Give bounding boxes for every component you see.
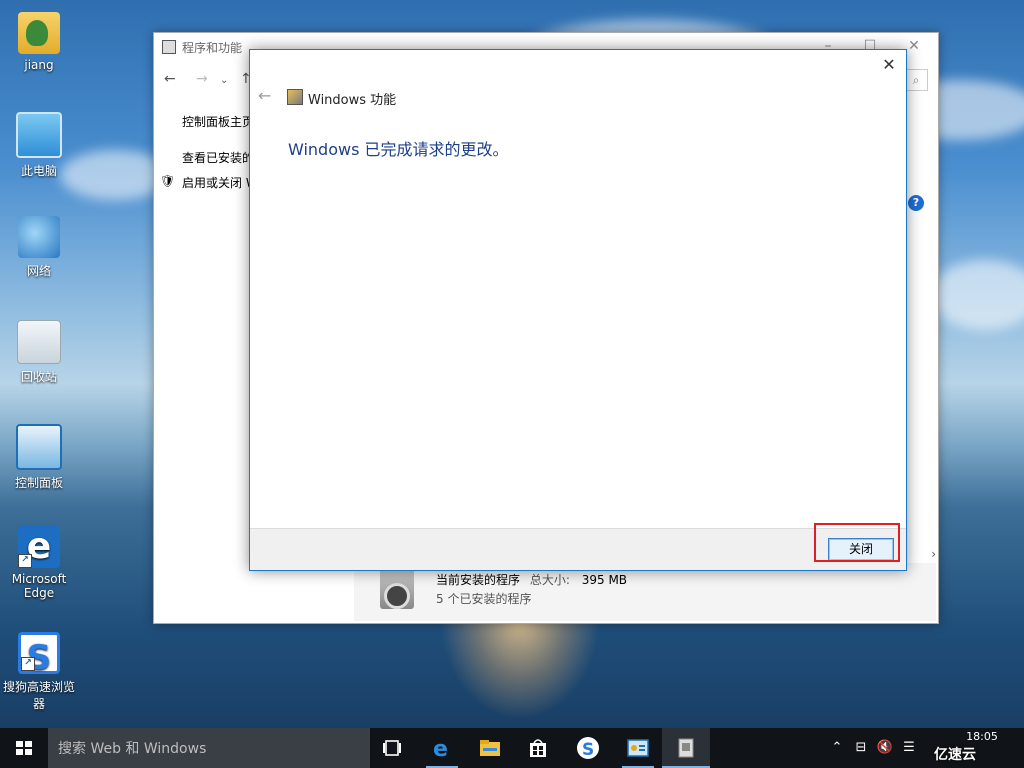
desktop-icon-label: 回收站 (20, 370, 57, 384)
svg-text:S: S (582, 740, 594, 760)
desktop-icon-label: Microsoft Edge (11, 572, 67, 600)
computer-icon (16, 112, 62, 158)
watermark-logo: 亿速云 (934, 747, 976, 763)
file-explorer-icon (480, 740, 500, 756)
window-app-icon (162, 40, 176, 54)
search-icon[interactable]: ⌕ (904, 69, 928, 91)
store-icon (530, 739, 546, 757)
volume-muted-icon[interactable]: 🔇 (876, 728, 894, 768)
edge-icon: e (433, 737, 448, 760)
annotation-highlight-box (814, 523, 900, 562)
taskbar: e S ⌃ ⊟ 🔇 ☰ 18:05 (0, 728, 1024, 768)
windows-features-icon (287, 89, 303, 105)
taskbar-explorer-button[interactable] (466, 728, 514, 768)
taskbar-windows-features-button[interactable] (662, 728, 710, 768)
taskbar-sogou-button[interactable]: S (564, 728, 612, 768)
shortcut-arrow-icon: ↗ (21, 657, 35, 671)
action-center-icon[interactable]: ☰ (900, 728, 918, 768)
control-panel-icon (627, 739, 649, 757)
start-button[interactable] (0, 728, 48, 768)
desktop-icon-label: jiang (24, 58, 54, 72)
window-close-button[interactable]: ✕ (904, 37, 924, 55)
desktop-icon-network[interactable]: 网络 (0, 216, 78, 279)
network-icon (18, 216, 60, 258)
taskbar-store-button[interactable] (514, 728, 562, 768)
taskbar-clock[interactable]: 18:05 (952, 730, 1012, 743)
desktop-icon-this-pc[interactable]: 此电脑 (0, 112, 78, 179)
installed-programs-heading: 当前安装的程序 (436, 573, 521, 587)
task-view-icon (383, 740, 401, 756)
desktop-icon-edge[interactable]: e ↗ Microsoft Edge (0, 526, 78, 600)
sogou-browser-icon: S ↗ (18, 632, 60, 678)
total-size-value: 395 MB (581, 573, 628, 587)
sogou-browser-icon: S (577, 737, 599, 760)
view-installed-updates-link[interactable]: 查看已安装的 (182, 149, 254, 166)
network-tray-icon[interactable]: ⊟ (852, 728, 870, 768)
control-panel-home-link[interactable]: 控制面板主页 (182, 113, 254, 130)
taskbar-control-panel-button[interactable] (614, 728, 662, 768)
taskbar-search[interactable] (48, 728, 370, 768)
recycle-bin-icon (17, 320, 61, 364)
nav-forward-icon[interactable]: → (196, 71, 208, 87)
dialog-title: Windows 功能 (308, 93, 397, 108)
close-icon[interactable]: ✕ (878, 54, 900, 76)
nav-back-icon[interactable]: ← (164, 71, 176, 87)
desktop-icon-control-panel[interactable]: 控制面板 (0, 424, 78, 491)
programs-icon (380, 569, 414, 609)
wallpaper-cloud (930, 260, 1024, 330)
installed-programs-summary: 当前安装的程序 总大小: 395 MB (436, 571, 627, 588)
desktop-icon-label: 此电脑 (20, 164, 57, 178)
window-title: 程序和功能 (182, 41, 243, 55)
windows-logo-icon (16, 741, 32, 755)
desktop-icon-sogou[interactable]: S ↗ 搜狗高速浏览器 (0, 632, 78, 712)
chevron-down-icon[interactable]: ⌄ (220, 75, 228, 86)
search-input[interactable] (56, 737, 360, 761)
edge-icon: e ↗ (18, 526, 60, 568)
show-hidden-icons-icon[interactable]: ⌃ (828, 728, 846, 768)
shortcut-arrow-icon: ↗ (18, 554, 32, 568)
scroll-right-icon[interactable]: › (931, 547, 936, 561)
control-panel-icon (16, 424, 62, 470)
taskbar-edge-button[interactable]: e (418, 728, 466, 768)
dialog-footer: 关闭 (250, 528, 906, 570)
svg-text:e: e (433, 737, 448, 760)
windows-features-icon (678, 738, 694, 758)
user-folder-icon (18, 12, 60, 54)
back-arrow-icon[interactable]: ← (258, 86, 271, 105)
shield-icon: 🛡 (160, 174, 176, 188)
desktop-icon-label: 控制面板 (14, 476, 63, 490)
help-icon[interactable]: ? (908, 195, 924, 211)
turn-windows-features-link[interactable]: 启用或关闭 W (182, 174, 258, 191)
installed-programs-count: 5 个已安装的程序 (436, 592, 532, 606)
desktop-icon-user[interactable]: jiang (0, 12, 78, 72)
desktop-icon-recycle-bin[interactable]: 回收站 (0, 320, 78, 385)
desktop-icon-label: 网络 (26, 264, 51, 278)
total-size-label: 总大小: (529, 573, 570, 587)
details-pane: 当前安装的程序 总大小: 395 MB 5 个已安装的程序 (354, 563, 936, 621)
desktop-icon-label: 搜狗高速浏览器 (2, 680, 75, 711)
windows-features-dialog: ✕ ← Windows 功能 Windows 已完成请求的更改。 关闭 (249, 49, 907, 571)
task-view-button[interactable] (368, 728, 416, 768)
completion-message: Windows 已完成请求的更改。 (288, 140, 509, 159)
